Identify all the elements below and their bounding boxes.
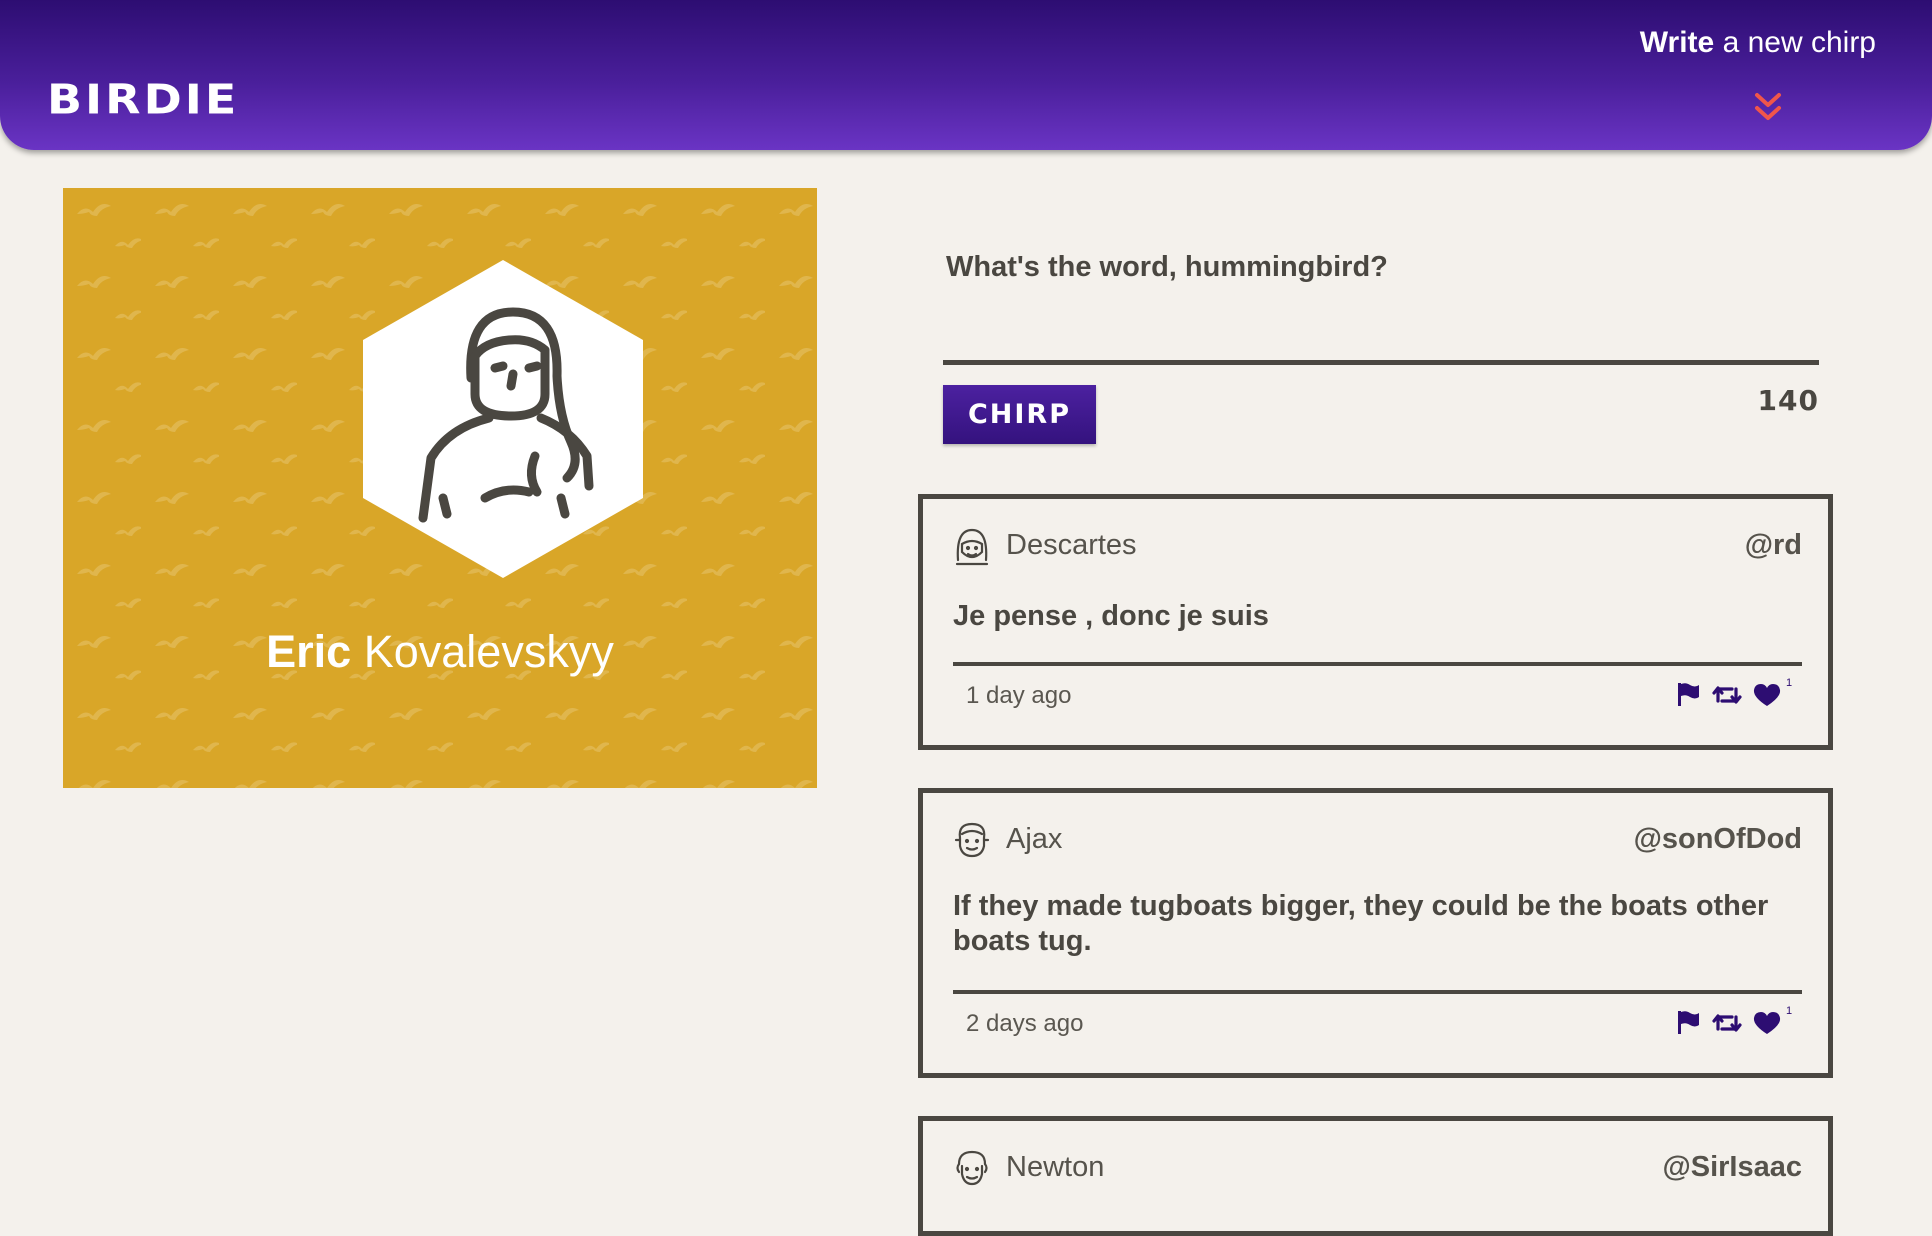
chirp-card: Descartes @rd Je pense , donc je suis 1 … (918, 494, 1833, 750)
flag-icon[interactable] (1676, 681, 1700, 707)
like-count: 1 (1786, 677, 1793, 689)
write-label-bold: Write (1639, 26, 1715, 59)
profile-name: Eric Kovalevskyy (63, 626, 817, 678)
rechirp-icon[interactable] (1712, 1011, 1742, 1035)
like-count: 1 (1786, 1005, 1793, 1017)
chirp-author[interactable]: Ajax (1006, 823, 1062, 856)
chirp-handle[interactable]: @sonOfDod (1634, 823, 1802, 856)
chirp-divider (953, 662, 1802, 666)
chirp-card: Newton @SirIsaac (918, 1116, 1833, 1236)
curly-hair-face-icon (956, 1150, 988, 1186)
woman-avatar-icon (363, 260, 643, 578)
compose-divider (943, 360, 1819, 365)
profile-last-name: Kovalevskyy (363, 626, 614, 677)
character-counter: 140 (1757, 384, 1819, 417)
double-chevron-down-icon[interactable] (1752, 90, 1784, 124)
chirp-actions: 1 (1676, 1005, 1792, 1037)
write-label-rest: a new chirp (1722, 26, 1876, 59)
chirp-handle[interactable]: @rd (1745, 529, 1802, 562)
man-face-icon (954, 822, 990, 858)
chirp-timestamp: 2 days ago (966, 1010, 1084, 1037)
chirp-text: Je pense , donc je suis (953, 600, 1269, 632)
chirp-author[interactable]: Newton (1006, 1151, 1104, 1184)
chirp-actions: 1 (1676, 677, 1792, 709)
chirp-author[interactable]: Descartes (1006, 529, 1137, 562)
woman-face-icon (955, 528, 989, 566)
chirp-text: If they made tugboats bigger, they could… (953, 890, 1769, 957)
chirp-timestamp: 1 day ago (966, 682, 1072, 709)
chirp-compose-input[interactable] (944, 250, 1818, 285)
rechirp-icon[interactable] (1712, 683, 1742, 707)
app-header: BIRDIE Write a new chirp (0, 0, 1932, 150)
profile-first-name: Eric (266, 626, 352, 677)
chirp-submit-button[interactable]: CHIRP (943, 385, 1096, 444)
chirp-divider (953, 990, 1802, 994)
chirp-card: Ajax @sonOfDod If they made tugboats big… (918, 788, 1833, 1078)
app-logo[interactable]: BIRDIE (47, 75, 239, 124)
flag-icon[interactable] (1676, 1009, 1700, 1035)
chirp-handle[interactable]: @SirIsaac (1662, 1151, 1802, 1184)
write-new-chirp-link[interactable]: Write a new chirp (1640, 26, 1876, 60)
profile-card: Eric Kovalevskyy (63, 188, 817, 788)
heart-icon[interactable] (1752, 682, 1782, 708)
heart-icon[interactable] (1752, 1010, 1782, 1036)
